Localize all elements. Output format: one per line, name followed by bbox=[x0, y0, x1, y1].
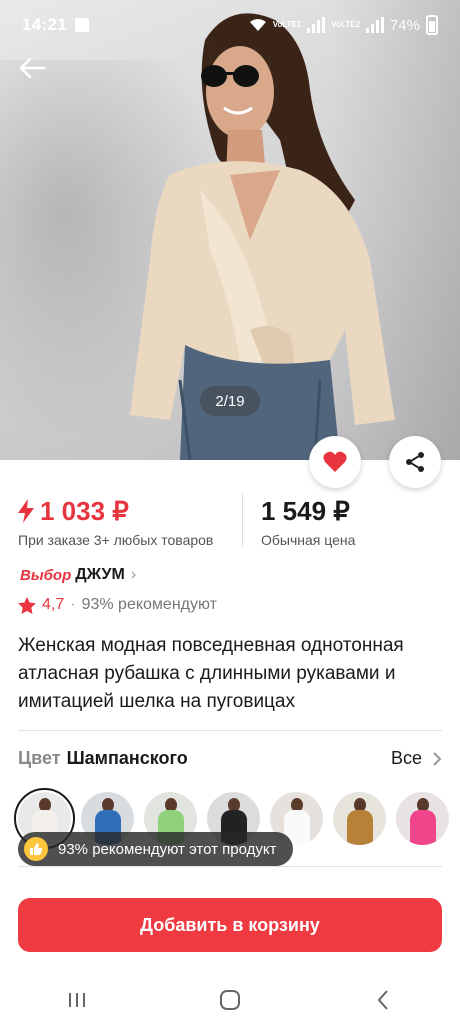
color-swatch[interactable] bbox=[333, 792, 386, 845]
add-to-cart-button[interactable]: Добавить в корзину bbox=[18, 898, 442, 952]
image-counter: 2/19 bbox=[200, 386, 260, 416]
back-nav-button[interactable] bbox=[363, 985, 403, 1015]
promo-price: 1 033 ₽ При заказе 3+ любых товаров bbox=[18, 494, 242, 550]
swatch-shirt bbox=[410, 810, 436, 845]
heart-icon bbox=[323, 451, 347, 472]
color-selector[interactable]: Цвет Шампанского Все bbox=[18, 748, 442, 769]
home-icon bbox=[219, 990, 240, 1010]
signal-icon bbox=[307, 17, 326, 33]
regular-price-note: Обычная цена bbox=[261, 532, 356, 548]
home-button[interactable] bbox=[210, 985, 250, 1015]
chevron-right-icon bbox=[433, 751, 442, 766]
recent-apps-icon bbox=[68, 993, 85, 1007]
divider bbox=[18, 730, 442, 731]
battery-icon bbox=[426, 15, 438, 35]
color-value: Шампанского bbox=[66, 748, 188, 768]
recent-apps-button[interactable] bbox=[57, 985, 97, 1015]
promo-price-value: 1 033 ₽ bbox=[40, 495, 129, 526]
toast-text: 93% рекомендуют этот продукт bbox=[58, 840, 277, 858]
price-divider bbox=[242, 494, 243, 546]
notification-icon bbox=[74, 18, 89, 32]
seller-link[interactable]: Выбор ДЖУМ › bbox=[20, 566, 136, 584]
seller-name: ДЖУМ bbox=[75, 566, 125, 583]
arrow-left-icon bbox=[19, 57, 46, 79]
star-icon bbox=[18, 596, 36, 614]
recommend-toast: 93% рекомендуют этот продукт bbox=[18, 832, 293, 866]
sim2-label: VoLTE2 bbox=[331, 20, 360, 29]
back-button[interactable] bbox=[18, 56, 50, 84]
color-swatch[interactable] bbox=[396, 792, 449, 845]
battery-percent: 74% bbox=[389, 16, 420, 34]
color-label: Цвет bbox=[18, 748, 61, 768]
share-button[interactable] bbox=[389, 436, 441, 488]
rating-score: 4,7 bbox=[42, 596, 65, 613]
regular-price: 1 549 ₽ Обычная цена bbox=[261, 494, 355, 550]
rating-row[interactable]: 4,7 · 93% рекомендуют bbox=[18, 596, 217, 614]
all-colors-button[interactable]: Все bbox=[391, 748, 442, 769]
status-time: 14:21 bbox=[22, 15, 67, 34]
sim1-label: VoLTE1 bbox=[272, 20, 302, 29]
divider bbox=[18, 866, 442, 867]
product-title: Женская модная повседневная однотонная а… bbox=[18, 635, 404, 712]
lightning-icon bbox=[18, 499, 34, 523]
wifi-icon bbox=[249, 19, 266, 31]
regular-price-value: 1 549 ₽ bbox=[261, 495, 350, 526]
back-icon bbox=[377, 990, 389, 1010]
price-block: 1 033 ₽ При заказе 3+ любых товаров 1 54… bbox=[18, 494, 442, 550]
system-nav-bar bbox=[0, 976, 460, 1024]
status-bar: 14:21 VoLTE1 VoLTE2 74% bbox=[0, 0, 460, 50]
promo-price-note: При заказе 3+ любых товаров bbox=[18, 532, 214, 548]
share-icon bbox=[406, 452, 424, 472]
signal-icon bbox=[365, 17, 384, 33]
favorite-button[interactable] bbox=[309, 436, 361, 488]
all-colors-label: Все bbox=[390, 748, 422, 768]
rating-separator: · bbox=[70, 596, 76, 613]
chevron-right-icon: › bbox=[130, 566, 137, 583]
thumbs-up-icon bbox=[24, 837, 48, 861]
choice-badge: Выбор bbox=[20, 566, 72, 584]
swatch-shirt bbox=[347, 810, 373, 845]
recommend-percent: 93% рекомендуют bbox=[81, 596, 217, 613]
